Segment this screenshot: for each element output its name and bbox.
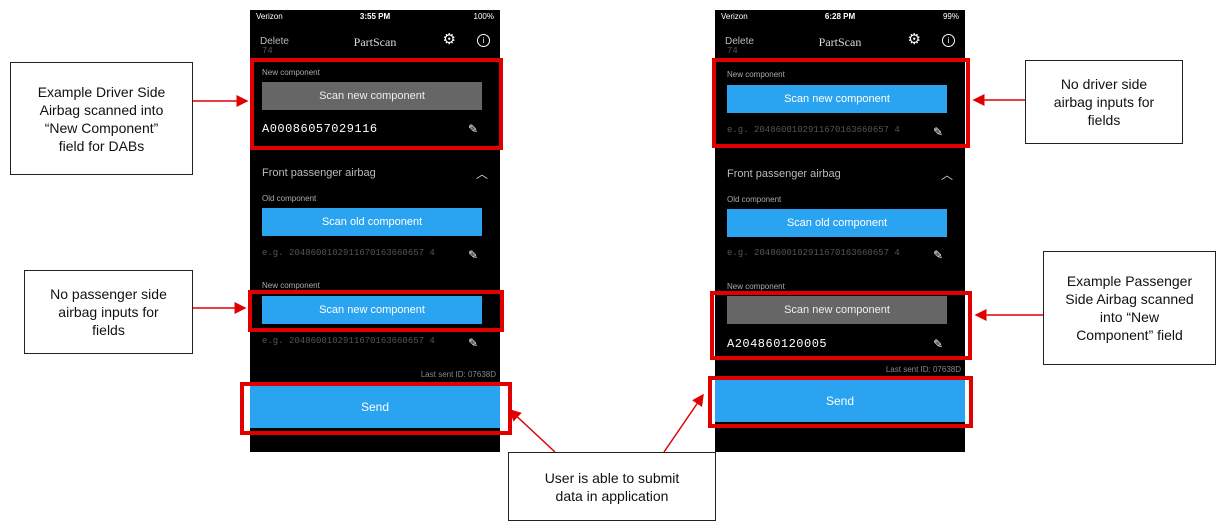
callout-submit: User is able to submit data in applicati…	[508, 452, 716, 521]
callout-passenger-example: Example Passenger Side Airbag scanned in…	[1043, 251, 1216, 365]
callout-no-driver: No driver side airbag inputs for fields	[1025, 60, 1183, 144]
callout-no-passenger: No passenger side airbag inputs for fiel…	[24, 270, 193, 354]
arrow-submit-right	[663, 393, 704, 453]
callout-driver-example: Example Driver Side Airbag scanned into …	[10, 62, 193, 175]
arrow-submit-left	[508, 408, 556, 453]
